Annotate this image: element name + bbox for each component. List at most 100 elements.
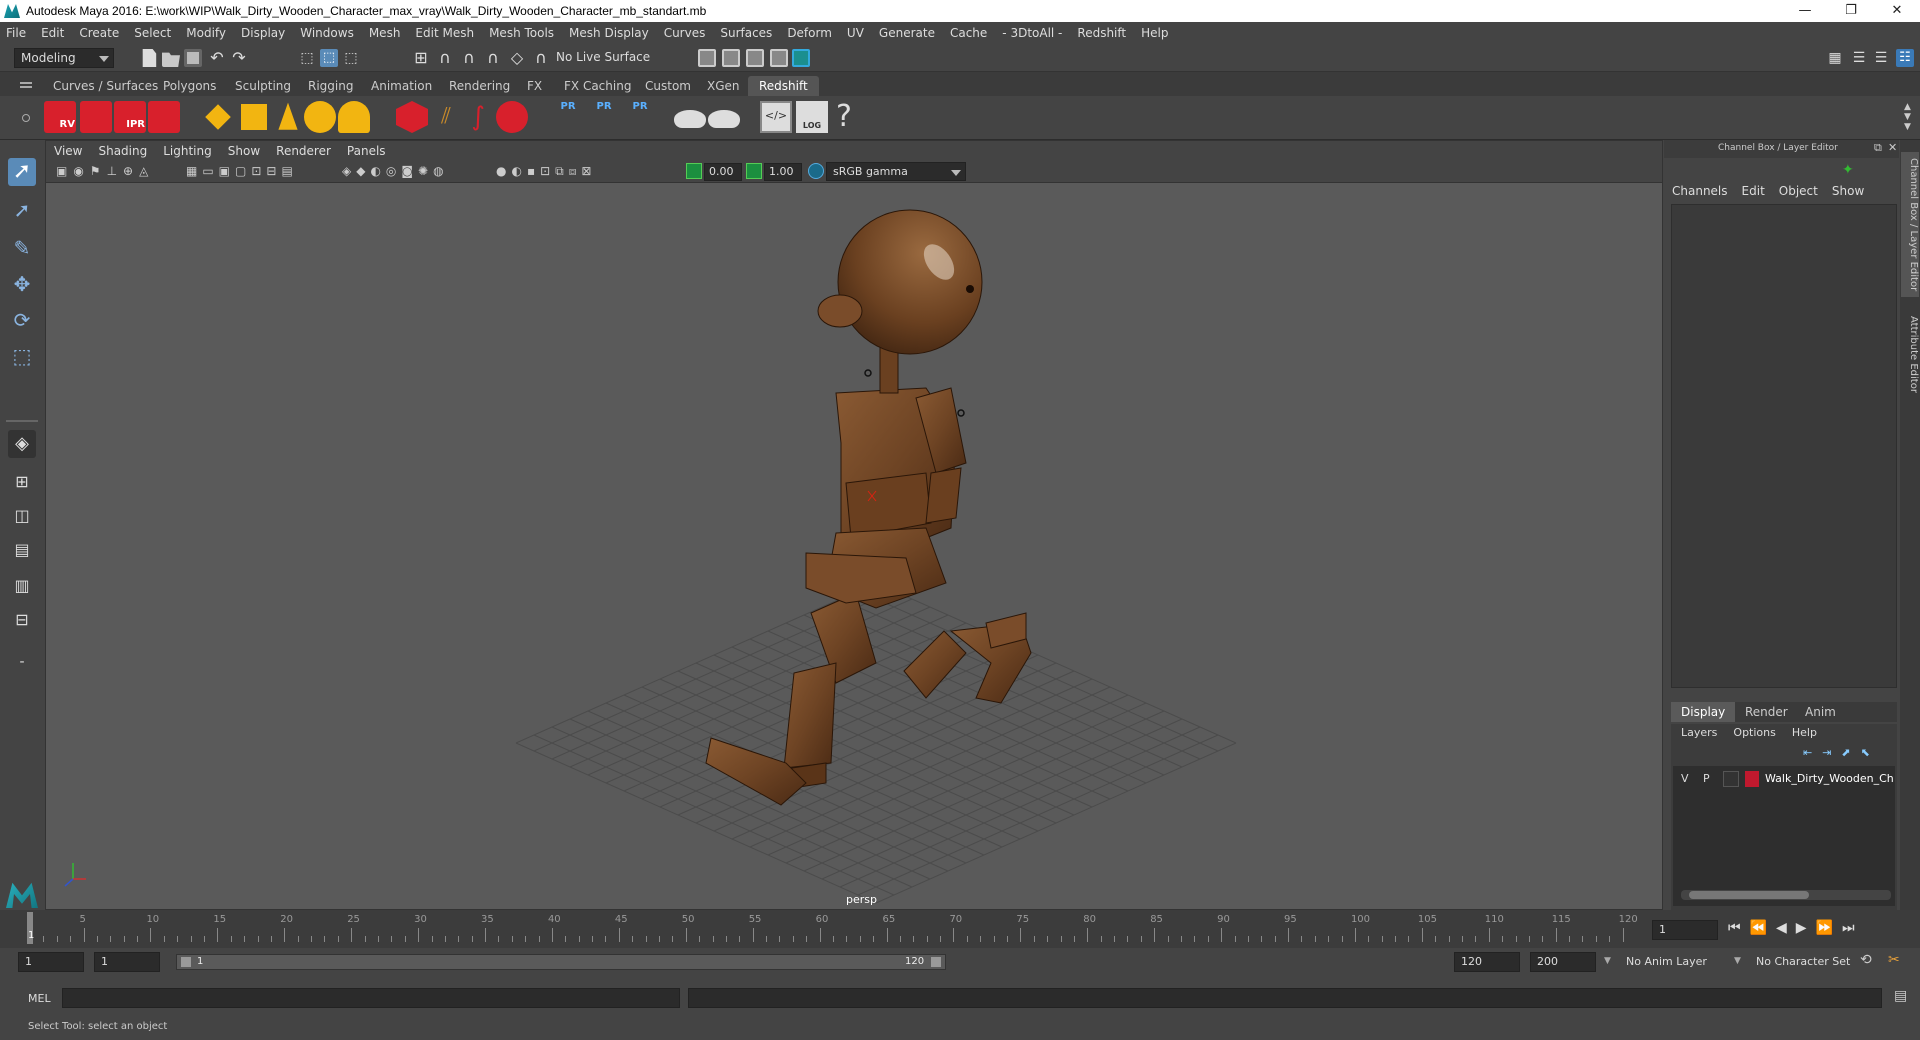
layer-type-toggle[interactable] (1723, 771, 1739, 787)
mode-selector[interactable]: Modeling (14, 48, 114, 68)
help-icon[interactable]: ? (828, 101, 860, 133)
layer-scrollbar-thumb[interactable] (1689, 891, 1809, 899)
rs-sun-sky-icon[interactable] (338, 101, 370, 133)
menu-uv[interactable]: UV (847, 26, 864, 40)
key-icon[interactable]: ⟲ (1860, 952, 1872, 968)
wooden-character-model[interactable] (705, 209, 1032, 806)
tab-fx-caching[interactable]: FX Caching (553, 76, 642, 96)
outliner-layout-icon[interactable]: ⊟ (8, 606, 36, 634)
channel-box-menu-object[interactable]: Object (1779, 184, 1818, 198)
persp-graph-layout-icon[interactable]: ▤ (8, 536, 36, 564)
move-tool-icon[interactable]: ✥ (8, 270, 36, 298)
snap-view-plane-icon[interactable]: ∩ (484, 49, 502, 67)
tab-xgen[interactable]: XGen (696, 76, 751, 96)
select-hierarchy-icon[interactable]: ⬚ (298, 49, 316, 67)
rs-portal-light-icon[interactable] (238, 101, 270, 133)
viewport-scene[interactable] (46, 183, 1662, 909)
rs-teapot-icon-1[interactable] (674, 110, 706, 128)
tab-render[interactable]: Render (1735, 702, 1798, 722)
menu-mesh-display[interactable]: Mesh Display (569, 26, 649, 40)
playback-start-field[interactable]: 1 (94, 952, 160, 972)
viewport-menu-shading[interactable]: Shading (98, 144, 147, 158)
exposure-field[interactable]: 0.00 (704, 163, 742, 181)
undo-icon[interactable]: ↶ (208, 49, 226, 67)
channel-box-menu-show[interactable]: Show (1832, 184, 1864, 198)
menu-file[interactable]: File (6, 26, 26, 40)
log-icon[interactable]: LOG (796, 101, 828, 133)
rotate-tool-icon[interactable]: ⟳ (8, 306, 36, 334)
viewport-menu-show[interactable]: Show (228, 144, 260, 158)
rs-area-light-icon[interactable] (205, 104, 231, 130)
channel-box-menu-edit[interactable]: Edit (1742, 184, 1765, 198)
open-scene-icon[interactable] (162, 52, 180, 67)
menu-mesh[interactable]: Mesh (369, 26, 401, 40)
viewport-panel[interactable]: View Shading Lighting Show Renderer Pane… (45, 140, 1663, 910)
gamma-toggle-icon[interactable] (746, 163, 762, 179)
playback-controls[interactable]: ⏮⏪◀▶⏩⏭ (1728, 920, 1864, 936)
channel-box-menu-channels[interactable]: Channels (1672, 184, 1728, 198)
modeling-toolkit-icon[interactable]: ▦ (1826, 49, 1844, 67)
tab-sculpting[interactable]: Sculpting (224, 76, 302, 96)
shelf-settings-icon[interactable] (22, 114, 30, 122)
tab-display[interactable]: Display (1671, 702, 1736, 722)
layer-scrollbar[interactable] (1681, 890, 1891, 900)
save-scene-icon[interactable] (184, 49, 202, 67)
layer-menu-layers[interactable]: Layers (1681, 726, 1717, 739)
magnet-icon[interactable]: ∩ (532, 49, 550, 67)
redshift-render-view-icon[interactable]: RV (44, 101, 76, 133)
chevron-down-icon[interactable]: ▼ (1604, 956, 1611, 966)
viewport-menu-view[interactable]: View (54, 144, 82, 158)
render-frame-icon[interactable] (722, 49, 740, 67)
rs-material-icon[interactable] (496, 101, 528, 133)
redshift-ipr-icon[interactable]: IPR (114, 101, 146, 133)
layer-tool-icons[interactable]: ⇤⇥⬈⬉ (1803, 746, 1880, 759)
layer-menu-options[interactable]: Options (1733, 726, 1775, 739)
attribute-editor-icon[interactable]: ☰ (1850, 49, 1868, 67)
float-panel-icon[interactable]: ⧉ (1874, 141, 1882, 155)
layer-menu-help[interactable]: Help (1792, 726, 1817, 739)
live-surface-label[interactable]: No Live Surface (556, 50, 650, 64)
tab-anim[interactable]: Anim (1795, 702, 1846, 722)
viewport-menu-renderer[interactable]: Renderer (276, 144, 331, 158)
menu-windows[interactable]: Windows (300, 26, 354, 40)
pr-icon-3[interactable]: PR (624, 101, 656, 133)
anim-layer-selector[interactable]: No Anim Layer (1626, 955, 1707, 968)
chevron-down-icon[interactable]: ▼ (1734, 956, 1741, 966)
menu-generate[interactable]: Generate (879, 26, 935, 40)
mel-label[interactable]: MEL (28, 992, 51, 1005)
shading-mode-icons[interactable]: ◈◆◐◎◙✺◍ (342, 164, 449, 178)
tool-settings-icon[interactable]: ☰ (1872, 49, 1890, 67)
channel-list-area[interactable] (1671, 204, 1897, 688)
layer-color-swatch[interactable] (1745, 771, 1759, 787)
viewport-menu-lighting[interactable]: Lighting (163, 144, 212, 158)
grid-display-icons[interactable]: ▦▭▣▢⊡⊟▤ (186, 164, 298, 178)
command-input[interactable] (62, 988, 680, 1008)
select-tool-icon[interactable]: ➚ (8, 158, 36, 186)
hypershade-layout-icon[interactable]: ▥ (8, 572, 36, 600)
playback-end-field[interactable]: 120 (1454, 952, 1520, 972)
rs-proxy-icon[interactable] (396, 101, 428, 133)
persp-outliner-layout-icon[interactable]: ◫ (8, 502, 36, 530)
script-editor-icon[interactable]: </> (760, 101, 792, 133)
pr-icon-2[interactable]: PR (588, 101, 620, 133)
redshift-render-icon[interactable] (80, 101, 112, 133)
rs-dome-light-icon[interactable] (304, 101, 336, 133)
tab-fx[interactable]: FX (516, 76, 553, 96)
time-slider[interactable]: 5 10 15 20 25 30 35 40 45 50 55 60 65 70 75 80 85 90 95 100… (0, 910, 1920, 948)
animation-end-field[interactable]: 200 (1530, 952, 1596, 972)
restore-button[interactable]: ❐ (1828, 0, 1874, 22)
menu-surfaces[interactable]: Surfaces (720, 26, 772, 40)
tab-rendering[interactable]: Rendering (438, 76, 521, 96)
menu-create[interactable]: Create (79, 26, 119, 40)
menu-mesh-tools[interactable]: Mesh Tools (489, 26, 554, 40)
tab-redshift[interactable]: Redshift (748, 76, 819, 96)
shelf-menu-icon[interactable] (20, 82, 32, 84)
redo-icon[interactable]: ↷ (230, 49, 248, 67)
four-view-layout-icon[interactable]: ⊞ (8, 468, 36, 496)
toolbox-expand-icon[interactable]: - (8, 648, 36, 676)
tab-animation[interactable]: Animation (360, 76, 443, 96)
redshift-settings-icon[interactable] (148, 101, 180, 133)
snap-live-icon[interactable]: ◇ (508, 49, 526, 67)
menu-modify[interactable]: Modify (186, 26, 226, 40)
select-component-icon[interactable]: ⬚ (342, 49, 360, 67)
